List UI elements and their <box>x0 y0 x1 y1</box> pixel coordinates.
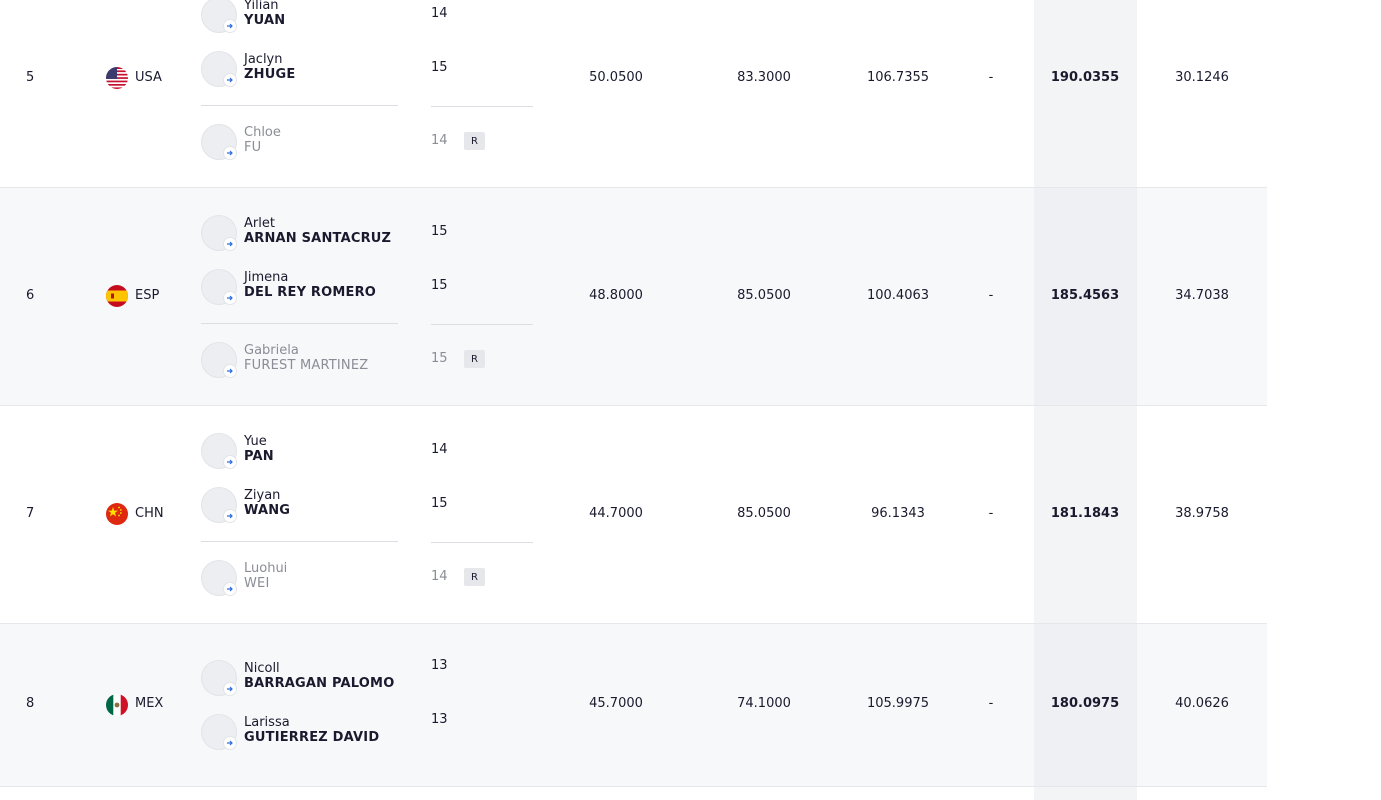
divider <box>431 106 533 107</box>
arrow-right-icon <box>223 509 237 523</box>
athlete-first-name: Arlet <box>244 216 275 231</box>
athlete-first-name: Gabriela <box>244 343 299 358</box>
arrow-right-icon <box>223 19 237 33</box>
results-table: 5 USA Yilian YUAN 14 Jaclyn ZHUGE 15 Chl… <box>0 0 1267 800</box>
athlete-first-name: Yue <box>244 434 267 449</box>
arrow-right-icon <box>223 237 237 251</box>
table-row <box>0 787 1267 800</box>
arrow-right-icon <box>223 291 237 305</box>
score-1: 45.7000 <box>589 696 643 711</box>
country-code: MEX <box>135 696 164 711</box>
reserve-badge: R <box>464 132 485 150</box>
athlete-age: 15 <box>431 60 448 75</box>
athlete-age: 15 <box>431 351 448 366</box>
china-flag-icon <box>106 503 128 525</box>
score-3: 100.4063 <box>866 288 930 303</box>
athlete-first-name: Jaclyn <box>244 52 283 67</box>
athlete-first-name: Ziyan <box>244 488 281 503</box>
total-score: 185.4563 <box>1050 288 1120 303</box>
total-score: 190.0355 <box>1050 70 1120 85</box>
arrow-right-icon <box>223 682 237 696</box>
score-3: 105.9975 <box>866 696 930 711</box>
athlete-first-name: Larissa <box>244 715 290 730</box>
rank: 7 <box>26 506 35 521</box>
athlete-age: 14 <box>431 133 448 148</box>
arrow-right-icon <box>223 146 237 160</box>
rank: 8 <box>26 696 35 711</box>
penalty: - <box>988 288 994 303</box>
divider <box>431 324 533 325</box>
divider <box>201 323 398 324</box>
rank: 6 <box>26 288 35 303</box>
arrow-right-icon <box>223 73 237 87</box>
rank: 5 <box>26 70 35 85</box>
penalty: - <box>988 696 994 711</box>
athlete-age: 15 <box>431 278 448 293</box>
athlete-age: 13 <box>431 658 448 673</box>
score-1: 50.0500 <box>589 70 643 85</box>
athlete-first-name: Chloe <box>244 125 281 140</box>
score-3: 96.1343 <box>871 506 925 521</box>
total-score: 180.0975 <box>1050 696 1120 711</box>
athlete-last-name: ZHUGE <box>244 67 296 82</box>
table-row: 7 CHN Yue PAN 14 Ziyan WANG 15 Luohui WE… <box>0 406 1267 624</box>
athlete-last-name: YUAN <box>244 13 286 28</box>
points-behind: 38.9758 <box>1175 506 1229 521</box>
athlete-last-name: ARNAN SANTACRUZ <box>244 231 392 246</box>
athlete-last-name: FU <box>244 140 262 155</box>
penalty: - <box>988 506 994 521</box>
points-behind: 30.1246 <box>1175 70 1229 85</box>
athlete-last-name: DEL REY ROMERO <box>244 285 377 300</box>
score-3: 106.7355 <box>866 70 930 85</box>
reserve-badge: R <box>464 568 485 586</box>
athlete-age: 14 <box>431 569 448 584</box>
mexico-flag-icon <box>106 694 128 716</box>
country-code: ESP <box>135 288 160 303</box>
athlete-last-name: PAN <box>244 449 274 464</box>
divider <box>431 542 533 543</box>
athlete-age: 13 <box>431 712 448 727</box>
athlete-age: 15 <box>431 224 448 239</box>
points-behind: 40.0626 <box>1175 696 1229 711</box>
athlete-first-name: Nicoll <box>244 661 280 676</box>
athlete-last-name: BARRAGAN PALOMO <box>244 676 395 691</box>
country-code: CHN <box>135 506 164 521</box>
penalty: - <box>988 70 994 85</box>
score-2: 85.0500 <box>737 506 791 521</box>
reserve-badge: R <box>464 350 485 368</box>
arrow-right-icon <box>223 364 237 378</box>
athlete-last-name: FUREST MARTINEZ <box>244 358 369 373</box>
usa-flag-icon <box>106 67 128 89</box>
table-row: 8 MEX Nicoll BARRAGAN PALOMO 13 Larissa … <box>0 624 1267 787</box>
total-score: 181.1843 <box>1050 506 1120 521</box>
arrow-right-icon <box>223 736 237 750</box>
athlete-last-name: WANG <box>244 503 291 518</box>
athlete-age: 15 <box>431 496 448 511</box>
athlete-first-name: Yilian <box>244 0 279 13</box>
points-behind: 34.7038 <box>1175 288 1229 303</box>
score-2: 83.3000 <box>737 70 791 85</box>
spain-flag-icon <box>106 285 128 307</box>
athlete-age: 14 <box>431 442 448 457</box>
table-row: 6 ESP Arlet ARNAN SANTACRUZ 15 Jimena DE… <box>0 188 1267 406</box>
athlete-age: 14 <box>431 6 448 21</box>
athlete-first-name: Jimena <box>244 270 289 285</box>
divider <box>201 541 398 542</box>
table-row: 5 USA Yilian YUAN 14 Jaclyn ZHUGE 15 Chl… <box>0 0 1267 188</box>
score-2: 85.0500 <box>737 288 791 303</box>
athlete-last-name: GUTIERREZ DAVID <box>244 730 380 745</box>
score-2: 74.1000 <box>737 696 791 711</box>
divider <box>201 105 398 106</box>
country-code: USA <box>135 70 162 85</box>
athlete-first-name: Luohui <box>244 561 288 576</box>
arrow-right-icon <box>223 582 237 596</box>
arrow-right-icon <box>223 455 237 469</box>
athlete-last-name: WEI <box>244 576 270 591</box>
score-1: 44.7000 <box>589 506 643 521</box>
score-1: 48.8000 <box>589 288 643 303</box>
